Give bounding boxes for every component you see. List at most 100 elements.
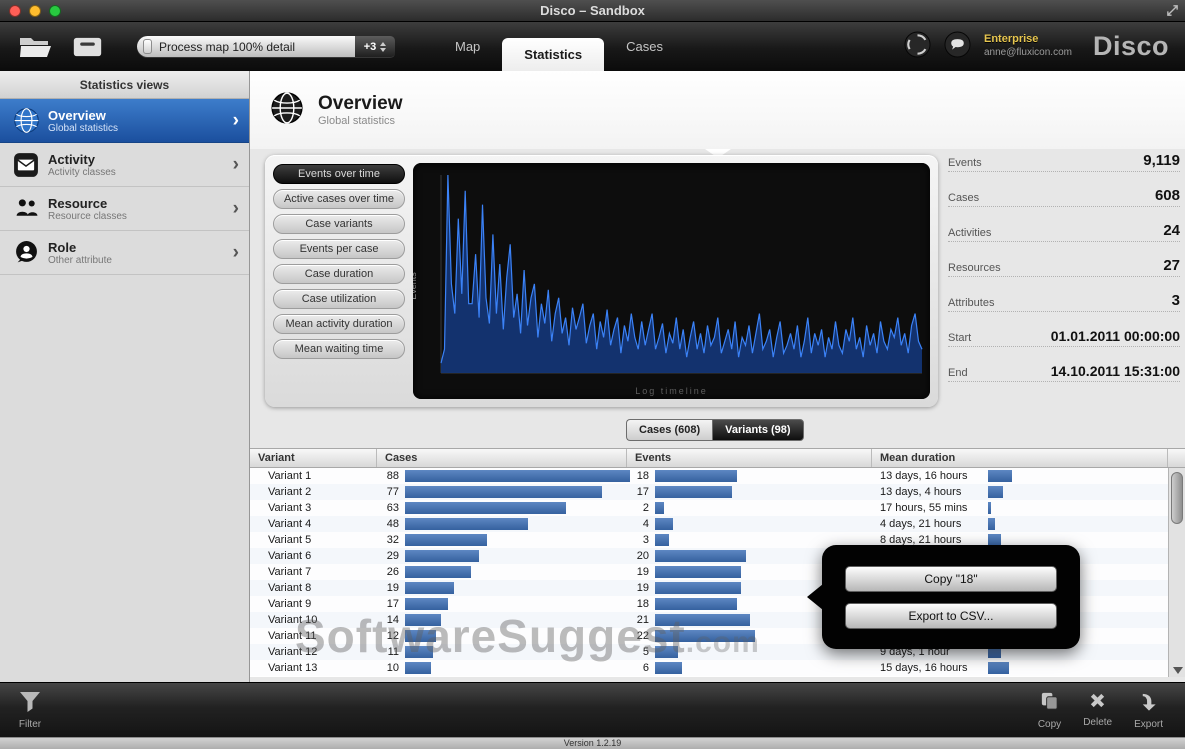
- scrollbar-down-arrow[interactable]: [1173, 667, 1183, 674]
- scrollbar-thumb[interactable]: [1171, 472, 1183, 524]
- events-over-time-chart: Events Log timeline: [413, 163, 930, 399]
- export-csv-button[interactable]: Export to CSV...: [845, 603, 1057, 629]
- window-title: Disco – Sandbox: [0, 3, 1185, 18]
- chart-button-mean-activity-duration[interactable]: Mean activity duration: [273, 314, 405, 334]
- events-bar: [655, 582, 741, 594]
- stat-label: Start: [948, 332, 971, 344]
- copy-button[interactable]: Copy: [1038, 691, 1061, 730]
- mean-duration-cell: 15 days, 16 hours: [872, 660, 1168, 676]
- stat-label: Activities: [948, 227, 991, 239]
- page-title: Overview: [318, 93, 403, 115]
- export-button[interactable]: Export: [1134, 691, 1163, 730]
- detail-stepper[interactable]: +3: [355, 36, 395, 57]
- main-toolbar: Process map 100% detail +3 MapStatistics…: [0, 22, 1185, 71]
- column-header-variant[interactable]: Variant: [250, 449, 377, 467]
- cases-bar: [405, 470, 630, 482]
- chart-button-case-utilization[interactable]: Case utilization: [273, 289, 405, 309]
- chevron-right-icon: ›: [233, 110, 239, 132]
- stat-end: End 14.10.2011 15:31:00: [948, 347, 1180, 382]
- table-row[interactable]: Variant 1881813 days, 16 hours: [250, 468, 1168, 484]
- mean-duration-cell: 13 days, 16 hours: [872, 468, 1168, 484]
- cases-value: 14: [377, 614, 399, 626]
- chart-button-events-per-case[interactable]: Events per case: [273, 239, 405, 259]
- process-map-detail-slider[interactable]: Process map 100% detail +3: [137, 36, 395, 57]
- table-row[interactable]: Variant 1310615 days, 16 hours: [250, 660, 1168, 676]
- cases-value: 26: [377, 566, 399, 578]
- events-value: 6: [627, 662, 649, 674]
- context-menu-arrow-icon: [807, 584, 823, 610]
- sidebar-item-text: ResourceResource classes: [48, 196, 127, 222]
- stat-value: 14.10.2011 15:31:00: [1051, 363, 1180, 379]
- events-value: 19: [627, 566, 649, 578]
- chart-button-events-over-time[interactable]: Events over time: [273, 164, 405, 184]
- stat-cases: Cases608: [948, 172, 1180, 207]
- sidebar-item-resource[interactable]: ResourceResource classes›: [0, 187, 249, 231]
- table-row[interactable]: Variant 44844 days, 21 hours: [250, 516, 1168, 532]
- close-window-button[interactable]: [9, 5, 21, 17]
- cases-cell: 29: [377, 548, 627, 564]
- events-bar: [655, 550, 746, 562]
- variant-cell: Variant 7: [250, 564, 377, 580]
- archive-icon[interactable]: [72, 35, 103, 59]
- tab-statistics[interactable]: Statistics: [502, 38, 604, 71]
- sidebar-items: OverviewGlobal statistics›ActivityActivi…: [0, 99, 249, 275]
- column-header-mean-duration[interactable]: Mean duration: [872, 449, 1168, 467]
- cases-cell: 32: [377, 532, 627, 548]
- tab-cases[interactable]: Cases: [604, 22, 685, 71]
- cases-cell: 10: [377, 660, 627, 676]
- account-email: anne@fluxicon.com: [984, 47, 1072, 60]
- resize-icon[interactable]: [1166, 4, 1179, 22]
- copy-value-button[interactable]: Copy "18": [845, 566, 1057, 592]
- cases-value: 17: [377, 598, 399, 610]
- aperture-icon[interactable]: [904, 31, 931, 63]
- chart-button-active-cases-over-time[interactable]: Active cases over time: [273, 189, 405, 209]
- stepper-value: +3: [364, 41, 377, 53]
- stat-label: Cases: [948, 192, 979, 204]
- chart-button-case-variants[interactable]: Case variants: [273, 214, 405, 234]
- stat-start: Start01.01.2011 00:00:00: [948, 312, 1180, 347]
- slider-track[interactable]: Process map 100% detail: [137, 36, 355, 57]
- open-folder-icon[interactable]: [18, 34, 54, 60]
- stepper-arrows-icon[interactable]: [380, 42, 386, 52]
- stat-label: Resources: [948, 262, 1001, 274]
- chart-button-mean-waiting-time[interactable]: Mean waiting time: [273, 339, 405, 359]
- filter-icon: [18, 690, 42, 717]
- chat-icon[interactable]: [944, 31, 971, 63]
- events-value: 2: [627, 502, 649, 514]
- titlebar: Disco – Sandbox: [0, 0, 1185, 22]
- column-header-events[interactable]: Events: [627, 449, 872, 467]
- sidebar-item-overview[interactable]: OverviewGlobal statistics›: [0, 99, 249, 143]
- delete-button[interactable]: Delete: [1083, 691, 1112, 730]
- cases-value: 48: [377, 518, 399, 530]
- cases-cell: 12: [377, 628, 627, 644]
- filter-button[interactable]: Filter: [18, 690, 42, 730]
- chart-button-case-duration[interactable]: Case duration: [273, 264, 405, 284]
- tab-map[interactable]: Map: [433, 22, 502, 71]
- global-stats: Events9,119Cases608Activities24Resources…: [948, 137, 1180, 382]
- column-header-cases[interactable]: Cases: [377, 449, 627, 467]
- traffic-lights: [9, 5, 61, 17]
- export-icon: [1138, 691, 1159, 717]
- stat-resources: Resources27: [948, 242, 1180, 277]
- globe-icon: [270, 91, 304, 130]
- minimize-window-button[interactable]: [29, 5, 41, 17]
- mail-icon: [10, 152, 42, 178]
- tab-cases-608-[interactable]: Cases (608): [626, 419, 712, 441]
- sidebar-item-activity[interactable]: ActivityActivity classes›: [0, 143, 249, 187]
- cases-value: 77: [377, 486, 399, 498]
- zoom-window-button[interactable]: [49, 5, 61, 17]
- license-badge: Enterprise: [984, 33, 1038, 47]
- variant-cell: Variant 11: [250, 628, 377, 644]
- stat-label: End: [948, 367, 968, 379]
- tab-variants-98-[interactable]: Variants (98): [712, 419, 803, 441]
- stat-value: 3: [1172, 292, 1180, 309]
- sidebar-item-title: Resource: [48, 196, 127, 211]
- table-row[interactable]: Variant 2771713 days, 4 hours: [250, 484, 1168, 500]
- events-bar: [655, 518, 673, 530]
- table-scrollbar[interactable]: [1168, 468, 1185, 677]
- sidebar-item-role[interactable]: RoleOther attribute›: [0, 231, 249, 275]
- table-row[interactable]: Variant 363217 hours, 55 mins: [250, 500, 1168, 516]
- cases-variants-tabs: Cases (608)Variants (98): [626, 419, 804, 441]
- slider-handle[interactable]: [143, 39, 152, 54]
- stat-label: Events: [948, 157, 982, 169]
